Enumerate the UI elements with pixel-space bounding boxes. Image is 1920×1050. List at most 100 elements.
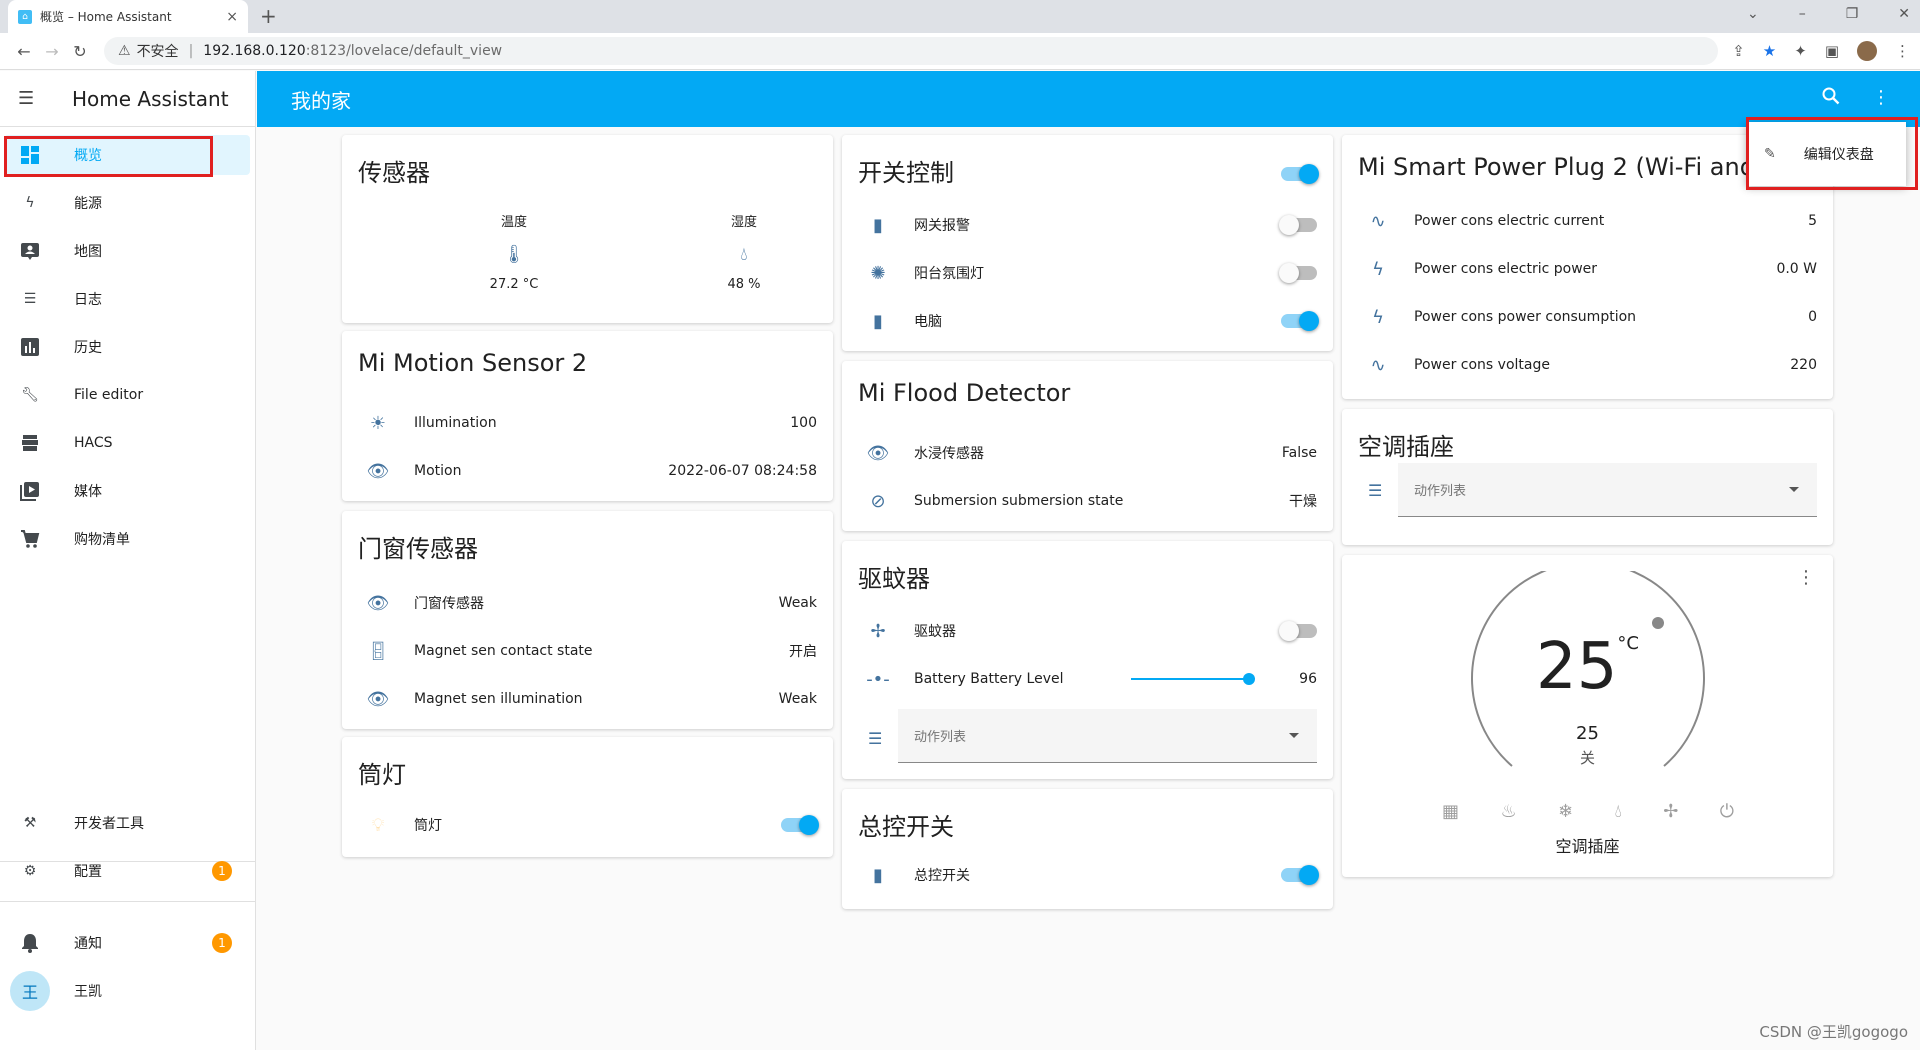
sidebar-item-file-editor[interactable]: 🔧︎ File editor (4, 375, 250, 415)
master-toggle[interactable] (1281, 865, 1319, 885)
search-icon[interactable] (1822, 87, 1840, 110)
tab-search-icon[interactable]: ⌄ (1747, 6, 1759, 22)
menu-collapse-icon[interactable]: ☰ (18, 88, 42, 109)
fire-icon[interactable]: ♨ (1500, 801, 1516, 822)
bookmark-star-icon[interactable]: ★ (1763, 42, 1776, 60)
wrench-icon: 🔧︎ (21, 387, 39, 403)
entity-label: Motion (414, 463, 462, 479)
entity-row[interactable]: ▮ 网关报警 (858, 205, 1317, 245)
sine-wave-icon: ∿ (1370, 354, 1386, 376)
sidebar-item-label: 能源 (74, 196, 102, 212)
action-list-select[interactable]: 动作列表 (898, 709, 1317, 763)
sidebar-header: ☰ Home Assistant (0, 71, 255, 127)
entity-row[interactable]: 👁︎ 门窗传感器 Weak (358, 583, 817, 623)
calendar-sync-icon[interactable]: ▦ (1442, 801, 1459, 822)
sidebar-item-label: 配置 (74, 864, 102, 880)
sidebar-item-map[interactable]: 地图 (4, 231, 250, 271)
gateway-alarm-toggle[interactable] (1279, 215, 1317, 235)
profile-avatar[interactable] (1857, 41, 1877, 61)
sidebar-item-shopping-list[interactable]: 购物清单 (4, 519, 250, 559)
sidebar-item-developer-tools[interactable]: ⚒ 开发者工具 (4, 803, 250, 843)
entity-row[interactable]: ⊘ Submersion submersion state 干燥 (858, 481, 1317, 521)
entity-row[interactable]: 💡︎ 筒灯 (358, 805, 819, 845)
avatar: 王 (10, 971, 50, 1011)
sidebar-item-label: HACS (74, 435, 113, 451)
share-icon[interactable]: ⇪ (1732, 42, 1745, 60)
entity-row[interactable]: ϟ Power cons power consumption 0 (1358, 297, 1817, 337)
slider-thumb[interactable] (1243, 673, 1256, 685)
entity-row[interactable]: ϟ Power cons electric power 0.0 W (1358, 249, 1817, 289)
entity-row[interactable]: ✢ 驱蚊器 (858, 611, 1317, 651)
action-list-select[interactable]: 动作列表 (1398, 463, 1817, 517)
entity-row[interactable]: ▮ 总控开关 (858, 855, 1319, 895)
header-toggle[interactable] (1281, 164, 1319, 184)
browser-actions: ⇪ ★ ✦ ▣ ⋮ (1732, 41, 1910, 61)
sidebar-item-config[interactable]: ⚙ 配置 1 (4, 851, 250, 891)
notifications-badge: 1 (212, 933, 232, 953)
browser-tab[interactable]: ⌂ 概览 – Home Assistant × (8, 0, 248, 33)
entity-row[interactable]: ✺ 阳台氛围灯 (858, 253, 1317, 293)
battery-slider[interactable] (1131, 673, 1256, 685)
entity-value: Weak (778, 595, 817, 611)
sidebar-item-history[interactable]: 历史 (4, 327, 250, 367)
eye-icon: 👁︎ (866, 442, 890, 464)
url-field[interactable]: ⚠ 不安全 | 192.168.0.120 :8123/lovelace/def… (104, 37, 1719, 65)
more-vert-icon[interactable]: ⋮ (1872, 87, 1890, 110)
sidebar-item-logbook[interactable]: ☰ 日志 (4, 279, 250, 319)
entity-row[interactable]: ∿ Power cons voltage 220 (1358, 345, 1817, 385)
mosquito-toggle[interactable] (1279, 621, 1317, 641)
side-panel-icon[interactable]: ▣ (1825, 42, 1839, 60)
fan-icon[interactable]: ✢ (1663, 801, 1678, 822)
glance-temperature[interactable]: 温度 🌡︎ 27.2 °C (454, 211, 574, 292)
glance-label: 温度 (500, 215, 527, 230)
home-assistant-app: ☰ Home Assistant 概览 ϟ 能源 地图 ☰ 日志 历史 🔧︎ F… (0, 71, 1920, 1050)
glance-humidity[interactable]: 湿度 💧︎ 48 % (684, 211, 804, 292)
browser-tabbar: ⌂ 概览 – Home Assistant × + ⌄ – ❐ ✕ (0, 0, 1920, 33)
close-tab-icon[interactable]: × (226, 9, 238, 25)
downlight-toggle[interactable] (781, 815, 819, 835)
balcony-light-toggle[interactable] (1279, 263, 1317, 283)
edit-dashboard-menu-item[interactable]: ✎ 编辑仪表盘 (1746, 122, 1906, 186)
forward-icon[interactable]: → (38, 42, 66, 61)
card-door-sensor: 门窗传感器 👁︎ 门窗传感器 Weak 🚪︎ Magnet sen contac… (342, 511, 833, 729)
sidebar-item-hacs[interactable]: HACS (4, 423, 250, 463)
snowflake-icon[interactable]: ❄ (1558, 801, 1573, 822)
entity-row[interactable]: 👁︎ 水浸传感器 False (858, 433, 1317, 473)
sidebar-item-overview[interactable]: 概览 (4, 135, 250, 175)
browser-menu-icon[interactable]: ⋮ (1895, 42, 1910, 60)
power-icon[interactable]: ⏻ (1720, 801, 1734, 822)
chevron-down-icon (1789, 486, 1799, 492)
glance-label: 湿度 (730, 215, 757, 230)
flash-icon: ϟ (1372, 306, 1384, 328)
sidebar-item-media[interactable]: 媒体 (4, 471, 250, 511)
entity-label: 门窗传感器 (414, 596, 484, 612)
sidebar-item-user[interactable]: 王 王凯 (4, 971, 250, 1011)
extensions-icon[interactable]: ✦ (1794, 42, 1807, 60)
new-tab-button[interactable]: + (260, 4, 277, 28)
entity-row[interactable]: 🚪︎ Magnet sen contact state 开启 (358, 631, 817, 671)
entity-label: 驱蚊器 (914, 624, 956, 640)
close-window-button[interactable]: ✕ (1898, 6, 1910, 22)
more-vert-icon[interactable]: ⋮ (1797, 567, 1815, 588)
back-icon[interactable]: ← (10, 42, 38, 61)
entity-label: 总控开关 (914, 868, 970, 884)
entity-label: 网关报警 (914, 218, 970, 234)
entity-row[interactable]: -•- Battery Battery Level 96 (858, 659, 1317, 699)
entity-row[interactable]: 👁︎ Magnet sen illumination Weak (358, 679, 817, 719)
card-title: Mi Smart Power Plug 2 (Wi-Fi and Blu (1358, 153, 1801, 181)
entity-row[interactable]: ☀ Illumination 100 (358, 403, 817, 443)
restore-button[interactable]: ❐ (1846, 6, 1859, 22)
config-badge: 1 (212, 861, 232, 881)
entity-value: 96 (1299, 671, 1317, 687)
computer-toggle[interactable] (1281, 311, 1319, 331)
sidebar-item-energy[interactable]: ϟ 能源 (4, 183, 250, 223)
minimize-button[interactable]: – (1799, 6, 1806, 22)
entity-row[interactable]: 👁︎ Motion 2022-06-07 08:24:58 (358, 451, 817, 491)
sidebar-item-notifications[interactable]: 通知 1 (4, 923, 250, 963)
entity-row[interactable]: ∿ Power cons electric current 5 (1358, 201, 1817, 241)
entity-row[interactable]: ▮ 电脑 (858, 301, 1319, 341)
select-placeholder: 动作列表 (1414, 484, 1467, 499)
hammer-icon: ⚒ (23, 815, 37, 831)
water-icon[interactable]: 💧︎ (1615, 801, 1622, 822)
reload-icon[interactable]: ↻ (66, 42, 94, 61)
